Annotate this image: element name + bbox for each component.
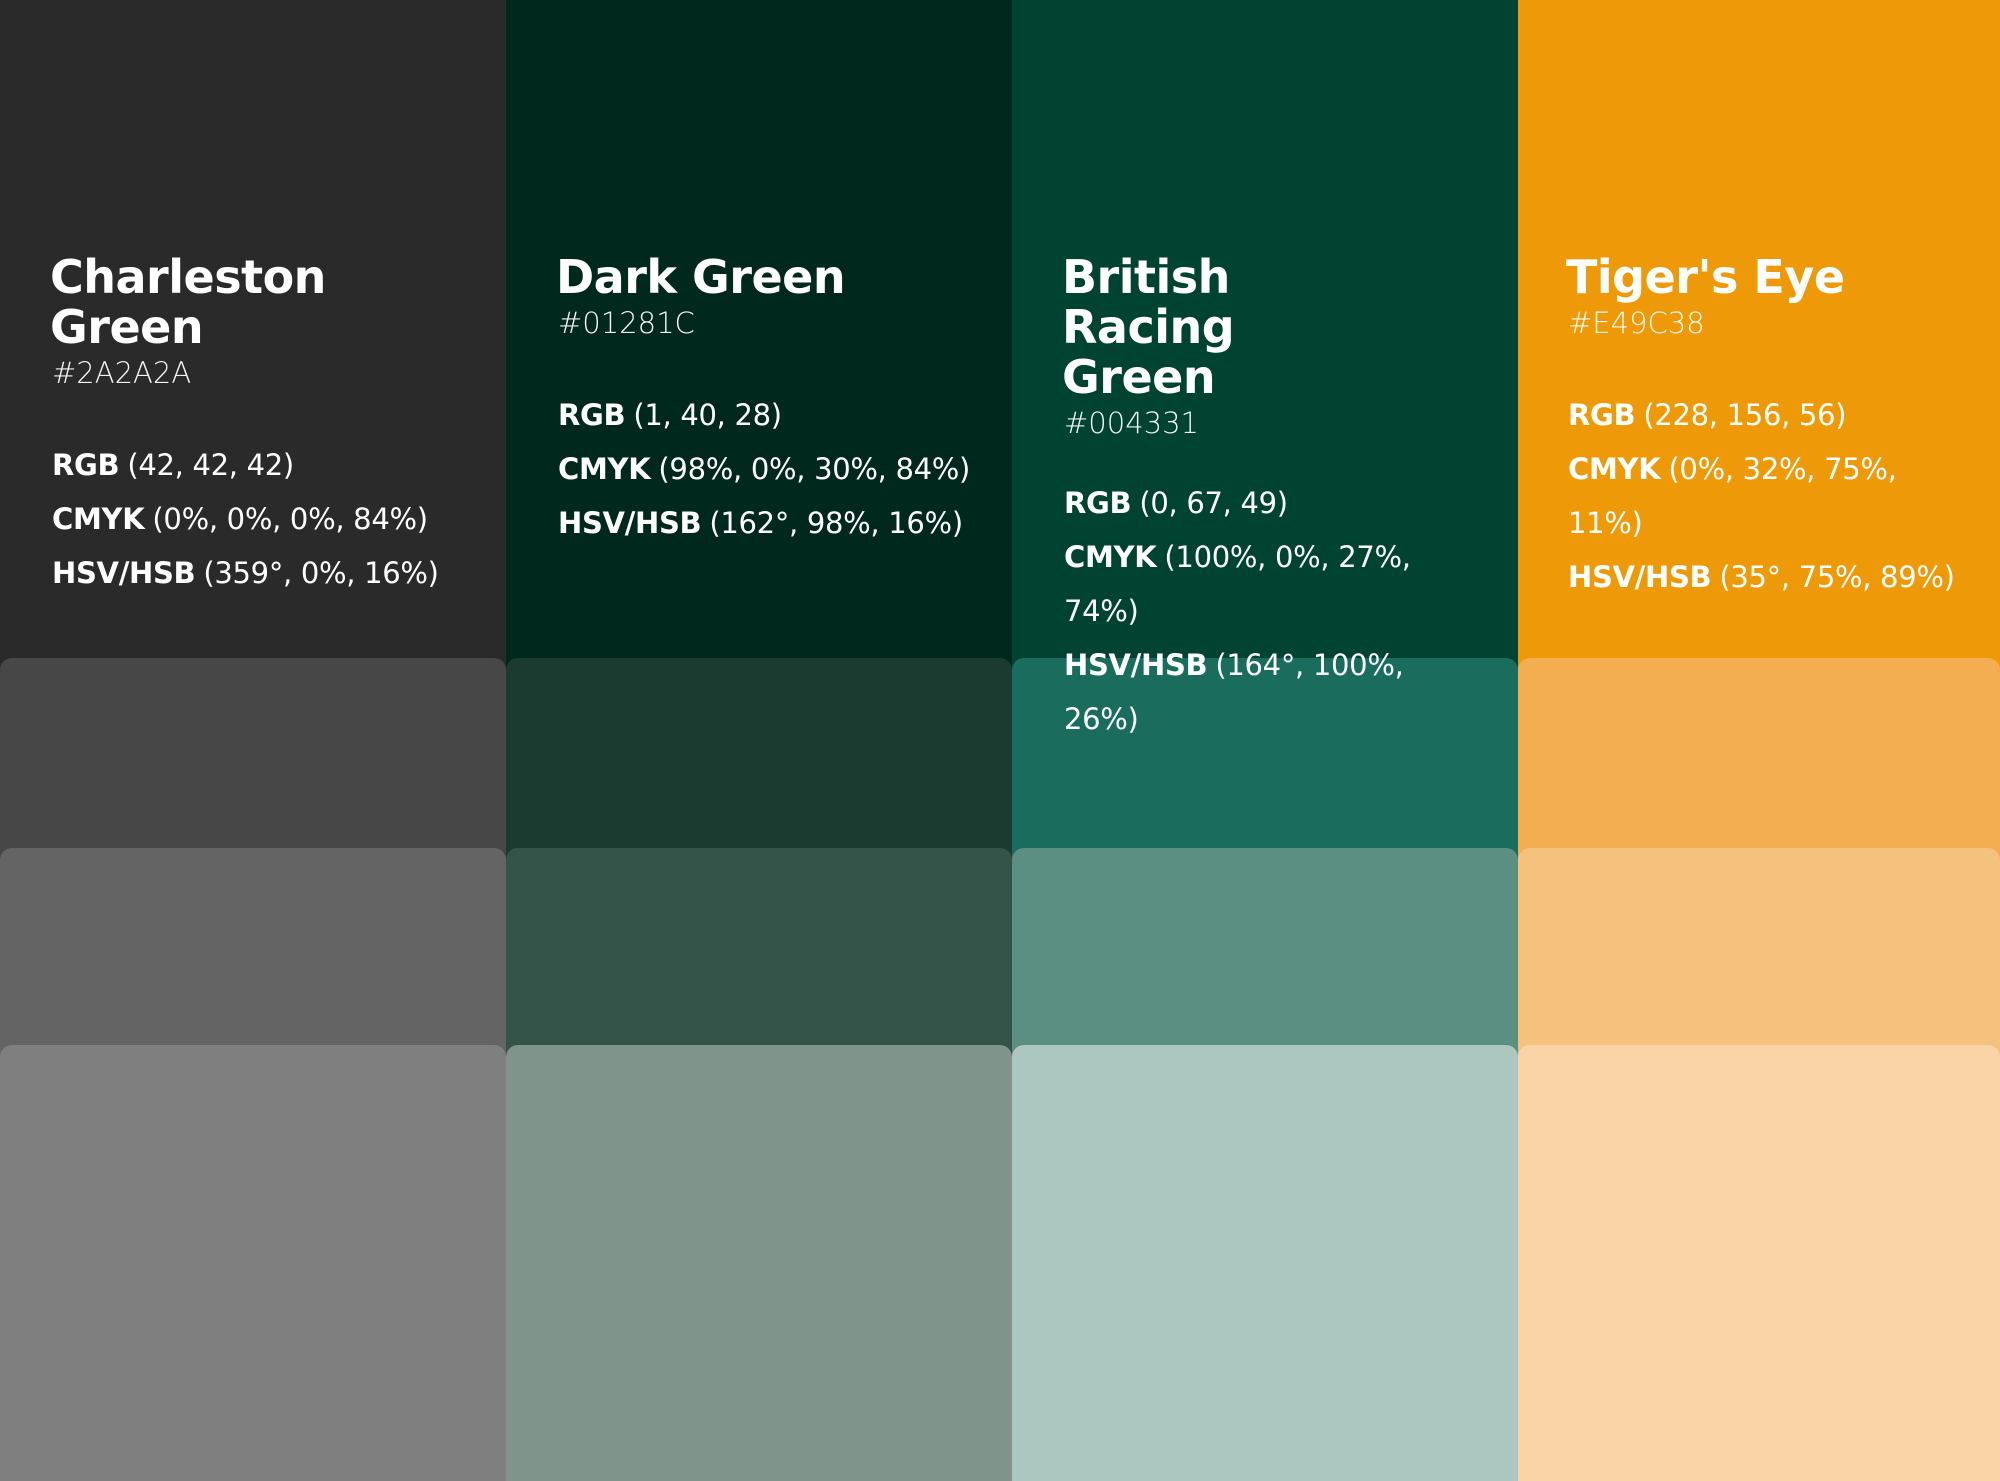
color-column-tigers-eye: Tiger's Eye #E49C38 RGB (228, 156, 56) CM…	[1518, 0, 2000, 1481]
hsv-label: HSV/HSB	[558, 506, 702, 540]
color-hex: #2A2A2A	[52, 356, 192, 390]
cmyk-value: (0%, 0%, 0%, 84%)	[152, 502, 428, 536]
color-specs: RGB (228, 156, 56) CMYK (0%, 32%, 75%, 11%…	[1568, 388, 1980, 604]
color-name: Charleston Green	[50, 250, 326, 354]
color-info: Charleston Green #2A2A2A RGB (42, 42, 42)…	[50, 250, 486, 600]
color-hex: #01281C	[558, 306, 695, 340]
hsv-row: HSV/HSB (162°, 98%, 16%)	[558, 496, 992, 550]
tint-swatch-3	[0, 1045, 506, 1481]
rgb-row: RGB (42, 42, 42)	[52, 438, 486, 492]
rgb-label: RGB	[1064, 486, 1132, 520]
color-palette: Charleston Green #2A2A2A RGB (42, 42, 42)…	[0, 0, 2000, 1481]
cmyk-row: CMYK (100%, 0%, 27%, 74%)	[1064, 530, 1484, 638]
cmyk-label: CMYK	[558, 452, 651, 486]
color-column-dark-green: Dark Green #01281C RGB (1, 40, 28) CMYK (9…	[506, 0, 1012, 1481]
hsv-value: (35°, 75%, 89%)	[1719, 560, 1955, 594]
cmyk-row: CMYK (0%, 0%, 0%, 84%)	[52, 492, 486, 546]
hsv-row: HSV/HSB (35°, 75%, 89%)	[1568, 550, 1980, 604]
rgb-value: (0, 67, 49)	[1139, 486, 1288, 520]
hsv-value: (359°, 0%, 16%)	[203, 556, 439, 590]
cmyk-row: CMYK (98%, 0%, 30%, 84%)	[558, 442, 992, 496]
cmyk-value: (98%, 0%, 30%, 84%)	[658, 452, 971, 486]
color-hex: #E49C38	[1568, 306, 1705, 340]
color-name: Tiger's Eye	[1566, 250, 1845, 304]
color-specs: RGB (0, 67, 49) CMYK (100%, 0%, 27%, 74%) …	[1064, 476, 1484, 746]
color-specs: RGB (42, 42, 42) CMYK (0%, 0%, 0%, 84%) HS…	[52, 438, 486, 600]
rgb-label: RGB	[558, 398, 626, 432]
rgb-value: (1, 40, 28)	[633, 398, 782, 432]
hsv-label: HSV/HSB	[1568, 560, 1712, 594]
hsv-label: HSV/HSB	[1064, 648, 1208, 682]
rgb-label: RGB	[1568, 398, 1636, 432]
color-name: Dark Green	[556, 250, 846, 304]
rgb-row: RGB (0, 67, 49)	[1064, 476, 1484, 530]
tint-swatch-3	[1518, 1045, 2000, 1481]
hsv-label: HSV/HSB	[52, 556, 196, 590]
rgb-label: RGB	[52, 448, 120, 482]
color-hex: #004331	[1064, 406, 1200, 440]
cmyk-label: CMYK	[1064, 540, 1157, 574]
hsv-row: HSV/HSB (359°, 0%, 16%)	[52, 546, 486, 600]
tint-swatch-3	[506, 1045, 1012, 1481]
hsv-row: HSV/HSB (164°, 100%, 26%)	[1064, 638, 1484, 746]
color-column-charleston-green: Charleston Green #2A2A2A RGB (42, 42, 42)…	[0, 0, 506, 1481]
color-info: Tiger's Eye #E49C38 RGB (228, 156, 56) CM…	[1566, 250, 1980, 604]
cmyk-label: CMYK	[52, 502, 145, 536]
color-specs: RGB (1, 40, 28) CMYK (98%, 0%, 30%, 84%) H…	[558, 388, 992, 550]
rgb-value: (42, 42, 42)	[127, 448, 294, 482]
rgb-row: RGB (228, 156, 56)	[1568, 388, 1980, 442]
color-name: British Racing Green	[1062, 250, 1235, 404]
cmyk-row: CMYK (0%, 32%, 75%, 11%)	[1568, 442, 1980, 550]
cmyk-label: CMYK	[1568, 452, 1661, 486]
rgb-row: RGB (1, 40, 28)	[558, 388, 992, 442]
color-column-british-racing-green: British Racing Green #004331 RGB (0, 67, …	[1012, 0, 1518, 1481]
hsv-value: (162°, 98%, 16%)	[709, 506, 963, 540]
color-info: British Racing Green #004331 RGB (0, 67, …	[1062, 250, 1411, 746]
rgb-value: (228, 156, 56)	[1643, 398, 1847, 432]
tint-swatch-3	[1012, 1045, 1518, 1481]
color-info: Dark Green #01281C RGB (1, 40, 28) CMYK (9…	[556, 250, 992, 550]
